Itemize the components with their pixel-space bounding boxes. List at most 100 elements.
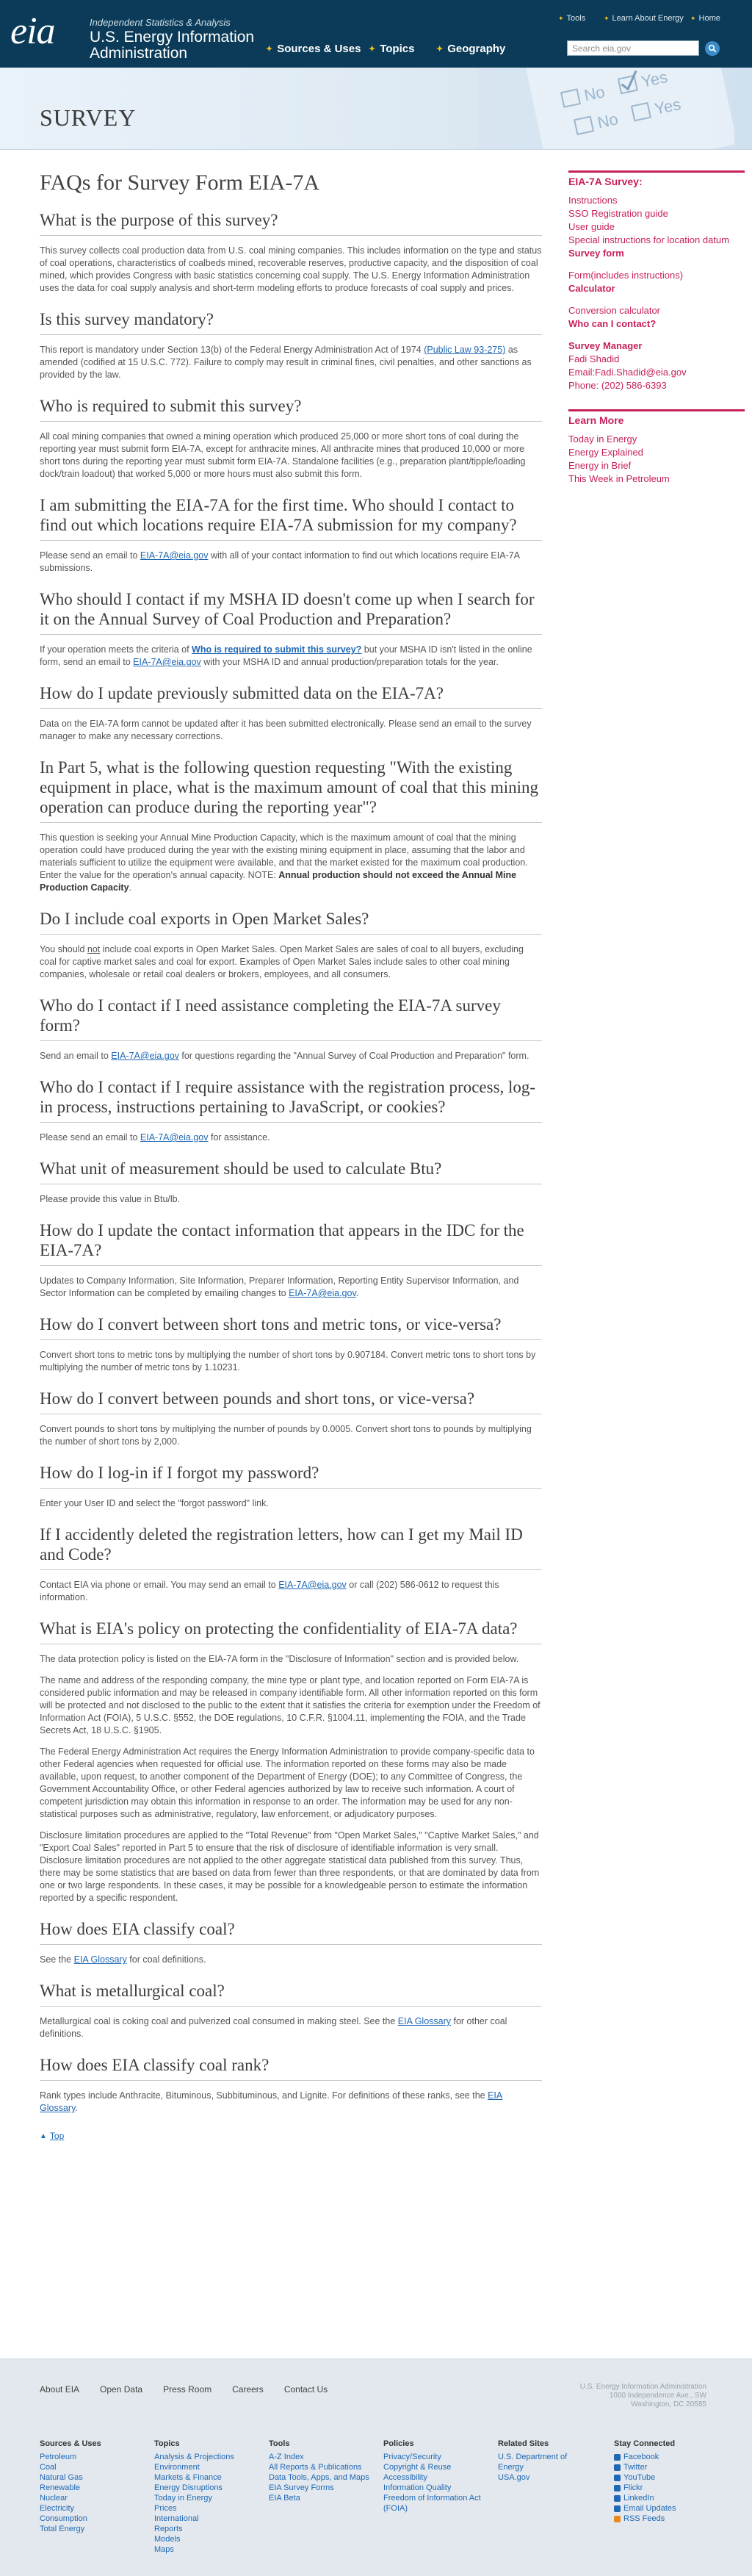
footer-link-about[interactable]: About EIA — [40, 2384, 79, 2395]
footer-link[interactable]: Petroleum — [40, 2452, 135, 2462]
footer-link[interactable]: Natural Gas — [40, 2472, 135, 2483]
footer-link[interactable]: Prices — [154, 2503, 257, 2514]
learn-link-energy-in-brief[interactable]: Energy in Brief — [568, 460, 745, 472]
tagline-large: U.S. Energy Information Administration — [90, 29, 255, 62]
footer-link[interactable]: Information Quality — [383, 2483, 486, 2493]
search-input[interactable]: Search eia.gov — [567, 40, 699, 56]
facebook-icon — [614, 2453, 621, 2461]
footer-link[interactable]: U.S. Department of Energy — [498, 2452, 593, 2472]
footer-link[interactable]: Accessibility — [383, 2472, 486, 2483]
footer-link[interactable]: Models — [154, 2534, 257, 2544]
nav-geography[interactable]: ✦ Geography — [436, 43, 505, 55]
sidebar-link-sso-guide[interactable]: SSO Registration guide — [568, 208, 745, 220]
footer-link-press-room[interactable]: Press Room — [163, 2384, 212, 2395]
rss-link[interactable]: RSS Feeds — [614, 2514, 717, 2524]
learn-link-this-week-petroleum[interactable]: This Week in Petroleum — [568, 473, 745, 485]
youtube-link[interactable]: YouTube — [614, 2472, 717, 2483]
faq-question: What unit of measurement should be used … — [40, 1159, 542, 1184]
public-law-link[interactable]: (Public Law 93-275) — [424, 345, 505, 355]
util-link-learn[interactable]: ✦ Learn About Energy — [604, 14, 684, 23]
nav-topics[interactable]: ✦ Topics — [369, 43, 414, 55]
faq-answer: The name and address of the responding c… — [40, 1675, 540, 1735]
site-footer: About EIA Open Data Press Room Careers C… — [0, 2359, 752, 2576]
star-icon: ✦ — [369, 45, 376, 54]
footer-link[interactable]: Coal — [40, 2462, 135, 2472]
footer-link-open-data[interactable]: Open Data — [100, 2384, 142, 2395]
footer-link[interactable]: Data Tools, Apps, and Maps — [269, 2472, 372, 2483]
sidebar-link-instructions[interactable]: Instructions — [568, 195, 745, 206]
footer-link-contact[interactable]: Contact Us — [284, 2384, 328, 2395]
youtube-icon — [614, 2474, 621, 2481]
email-link[interactable]: EIA-7A@eia.gov — [140, 550, 209, 561]
faq-answer: The data protection policy is listed on … — [40, 1654, 519, 1664]
footer-link[interactable]: Total Energy — [40, 2524, 135, 2534]
sidebar-link-who-contact[interactable]: Who can I contact? — [568, 318, 745, 330]
star-icon: ✦ — [436, 45, 444, 54]
eia-logo[interactable]: eia — [10, 12, 56, 51]
star-icon: ✦ — [690, 14, 696, 22]
faq-answer: Please provide this value in Btu/lb. — [40, 1194, 181, 1204]
email-link[interactable]: EIA-7A@eia.gov — [289, 1288, 356, 1298]
banner-title: SURVEY — [40, 104, 137, 131]
search-button[interactable] — [705, 41, 720, 56]
footer-link[interactable]: Copyright & Reuse — [383, 2462, 486, 2472]
footer-link[interactable]: Nuclear — [40, 2493, 135, 2503]
footer-link[interactable]: Consumption — [40, 2514, 135, 2524]
sidebar-link-user-guide[interactable]: User guide — [568, 221, 745, 233]
sidebar-link-conversion-calculator[interactable]: Conversion calculator — [568, 305, 745, 317]
twitter-link[interactable]: Twitter — [614, 2462, 717, 2472]
nav-sources-uses[interactable]: ✦ Sources & Uses — [266, 43, 361, 55]
footer-link[interactable]: Privacy/Security — [383, 2452, 486, 2462]
sidebar-link-form-instructions[interactable]: Form(includes instructions) — [568, 270, 745, 281]
sidebar-link-calculator[interactable]: Calculator — [568, 283, 745, 295]
faq-question: How do I update the contact information … — [40, 1220, 542, 1266]
learn-link-today-in-energy[interactable]: Today in Energy — [568, 433, 745, 445]
footer-link[interactable]: Electricity — [40, 2503, 135, 2514]
footer-link[interactable]: Today in Energy — [154, 2493, 257, 2503]
footer-link[interactable]: Energy Disruptions — [154, 2483, 257, 2493]
faq-question: What is EIA's policy on protecting the c… — [40, 1619, 542, 1644]
faq-answer: Disclosure limitation procedures are app… — [40, 1830, 540, 1903]
footer-link[interactable]: International — [154, 2514, 257, 2524]
sidebar-title: EIA-7A Survey: — [568, 176, 643, 187]
email-link[interactable]: EIA-7A@eia.gov — [278, 1580, 347, 1590]
glossary-link[interactable]: EIA Glossary — [398, 2016, 451, 2026]
flickr-icon — [614, 2484, 621, 2492]
footer-link[interactable]: Freedom of Information Act (FOIA) — [383, 2493, 486, 2514]
learn-link-energy-explained[interactable]: Energy Explained — [568, 447, 745, 458]
faq-answer: You should not include coal exports in O… — [40, 944, 524, 979]
footer-link[interactable]: Environment — [154, 2462, 257, 2472]
footer-link[interactable]: EIA Survey Forms — [269, 2483, 372, 2493]
faq-question: How do I log-in if I forgot my password? — [40, 1463, 542, 1489]
survey-manager-email[interactable]: Email:Fadi.Shadid@eia.gov — [568, 367, 745, 378]
footer-link[interactable]: USA.gov — [498, 2472, 593, 2483]
footer-col-policies: Policies Privacy/Security Copyright & Re… — [383, 2439, 486, 2514]
footer-link[interactable]: EIA Beta — [269, 2493, 372, 2503]
footer-link[interactable]: Reports — [154, 2524, 257, 2534]
sidebar-link-location-datum[interactable]: Special instructions for location datum — [568, 234, 745, 246]
footer-link-careers[interactable]: Careers — [232, 2384, 264, 2395]
linkedin-link[interactable]: LinkedIn — [614, 2493, 717, 2503]
faq-answer: Contact EIA via phone or email. You may … — [40, 1580, 499, 1602]
footer-link[interactable]: All Reports & Publications — [269, 2462, 372, 2472]
util-link-home[interactable]: ✦ Home — [690, 14, 720, 23]
email-link[interactable]: EIA-7A@eia.gov — [111, 1051, 179, 1061]
flickr-link[interactable]: Flickr — [614, 2483, 717, 2493]
util-link-tools[interactable]: ✦ Tools — [558, 14, 585, 23]
facebook-link[interactable]: Facebook — [614, 2452, 717, 2462]
sidebar: EIA-7A Survey: Instructions SSO Registra… — [568, 170, 745, 486]
footer-link[interactable]: A-Z Index — [269, 2452, 372, 2462]
sidebar-link-survey-form[interactable]: Survey form — [568, 248, 745, 259]
back-to-top-link[interactable]: ▲ Top — [40, 2131, 542, 2141]
glossary-link[interactable]: EIA Glossary — [74, 1954, 127, 1965]
email-link[interactable]: EIA-7A@eia.gov — [133, 657, 201, 667]
footer-link[interactable]: Markets & Finance — [154, 2472, 257, 2483]
top-link-text[interactable]: Top — [50, 2131, 64, 2141]
footer-link[interactable]: Maps — [154, 2544, 257, 2555]
email-link[interactable]: EIA-7A@eia.gov — [140, 1132, 209, 1143]
who-required-link[interactable]: Who is required to submit this survey? — [192, 644, 361, 655]
email-updates-link[interactable]: Email Updates — [614, 2503, 717, 2514]
footer-link[interactable]: Analysis & Projections — [154, 2452, 257, 2462]
footer-link[interactable]: Renewable — [40, 2483, 135, 2493]
faq-question: If I accidently deleted the registration… — [40, 1525, 542, 1570]
